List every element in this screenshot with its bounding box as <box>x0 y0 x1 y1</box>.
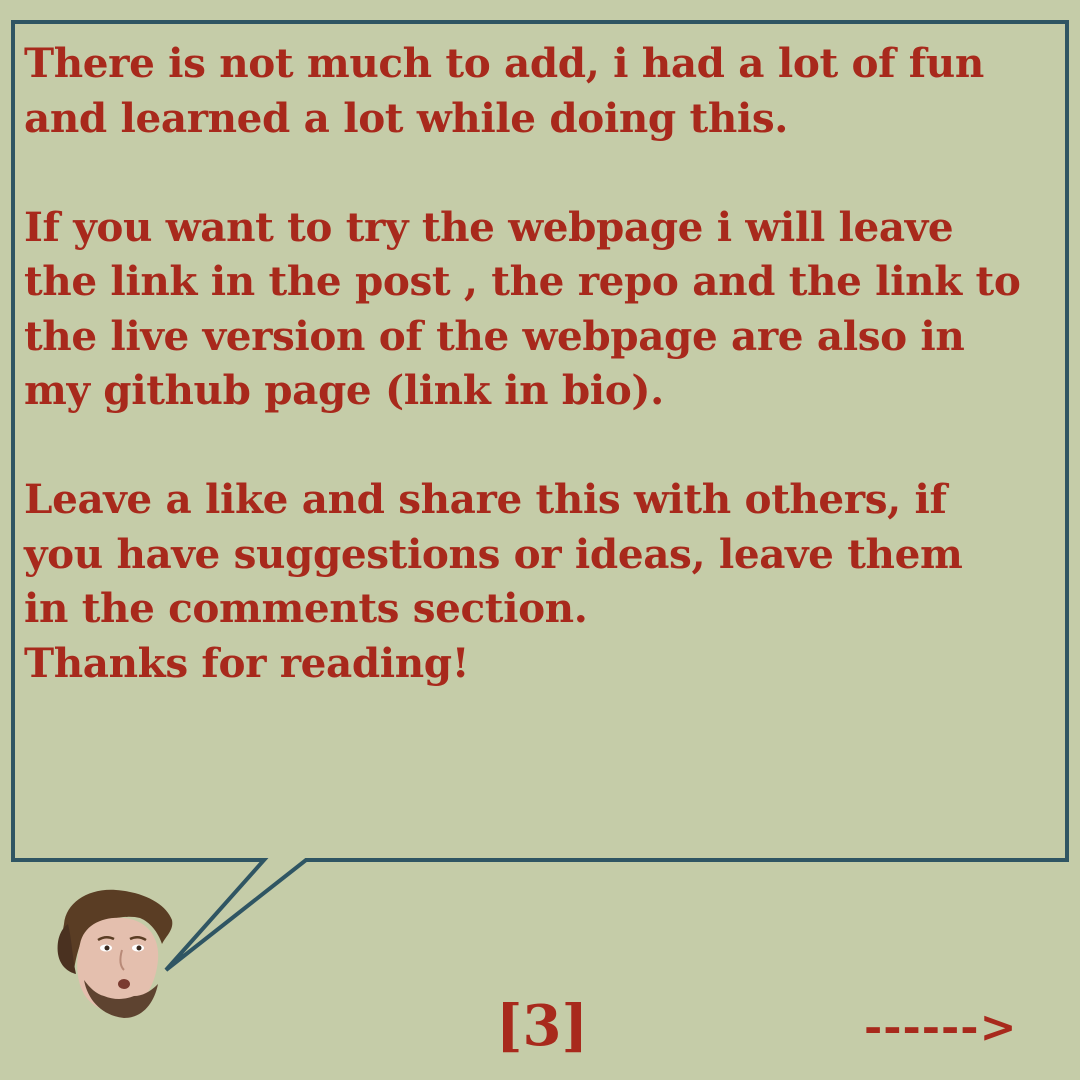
paragraph-3: Leave a like and share this with others,… <box>24 472 1064 690</box>
text-line: you have suggestions or ideas, leave the… <box>24 529 963 578</box>
page-number: [3] <box>496 993 588 1059</box>
text-line: and learned a lot while doing this. <box>24 93 788 142</box>
paragraph-2: If you want to try the webpage i will le… <box>24 200 1064 418</box>
avatar-pupil <box>136 945 142 951</box>
avatar-pupil <box>104 945 110 951</box>
text-line: If you want to try the webpage i will le… <box>24 202 954 251</box>
text-line: the link in the post , the repo and the … <box>24 257 1021 305</box>
text-line: in the comments section. <box>24 584 588 632</box>
text-line: There is not much to add, i had a lot of… <box>24 39 984 87</box>
next-arrow-link[interactable]: ------> <box>864 1000 1017 1056</box>
text-line: Leave a like and share this with others,… <box>24 475 947 523</box>
text-line: Thanks for reading! <box>24 638 470 687</box>
text-line: my github page (link in bio). <box>24 366 664 414</box>
avatar-mouth <box>118 979 130 989</box>
paragraph-1: There is not much to add, i had a lot of… <box>24 36 1064 145</box>
bubble-text: There is not much to add, i had a lot of… <box>24 36 1064 690</box>
text-line: the live version of the webpage are also… <box>24 311 965 360</box>
avatar <box>57 889 173 1018</box>
